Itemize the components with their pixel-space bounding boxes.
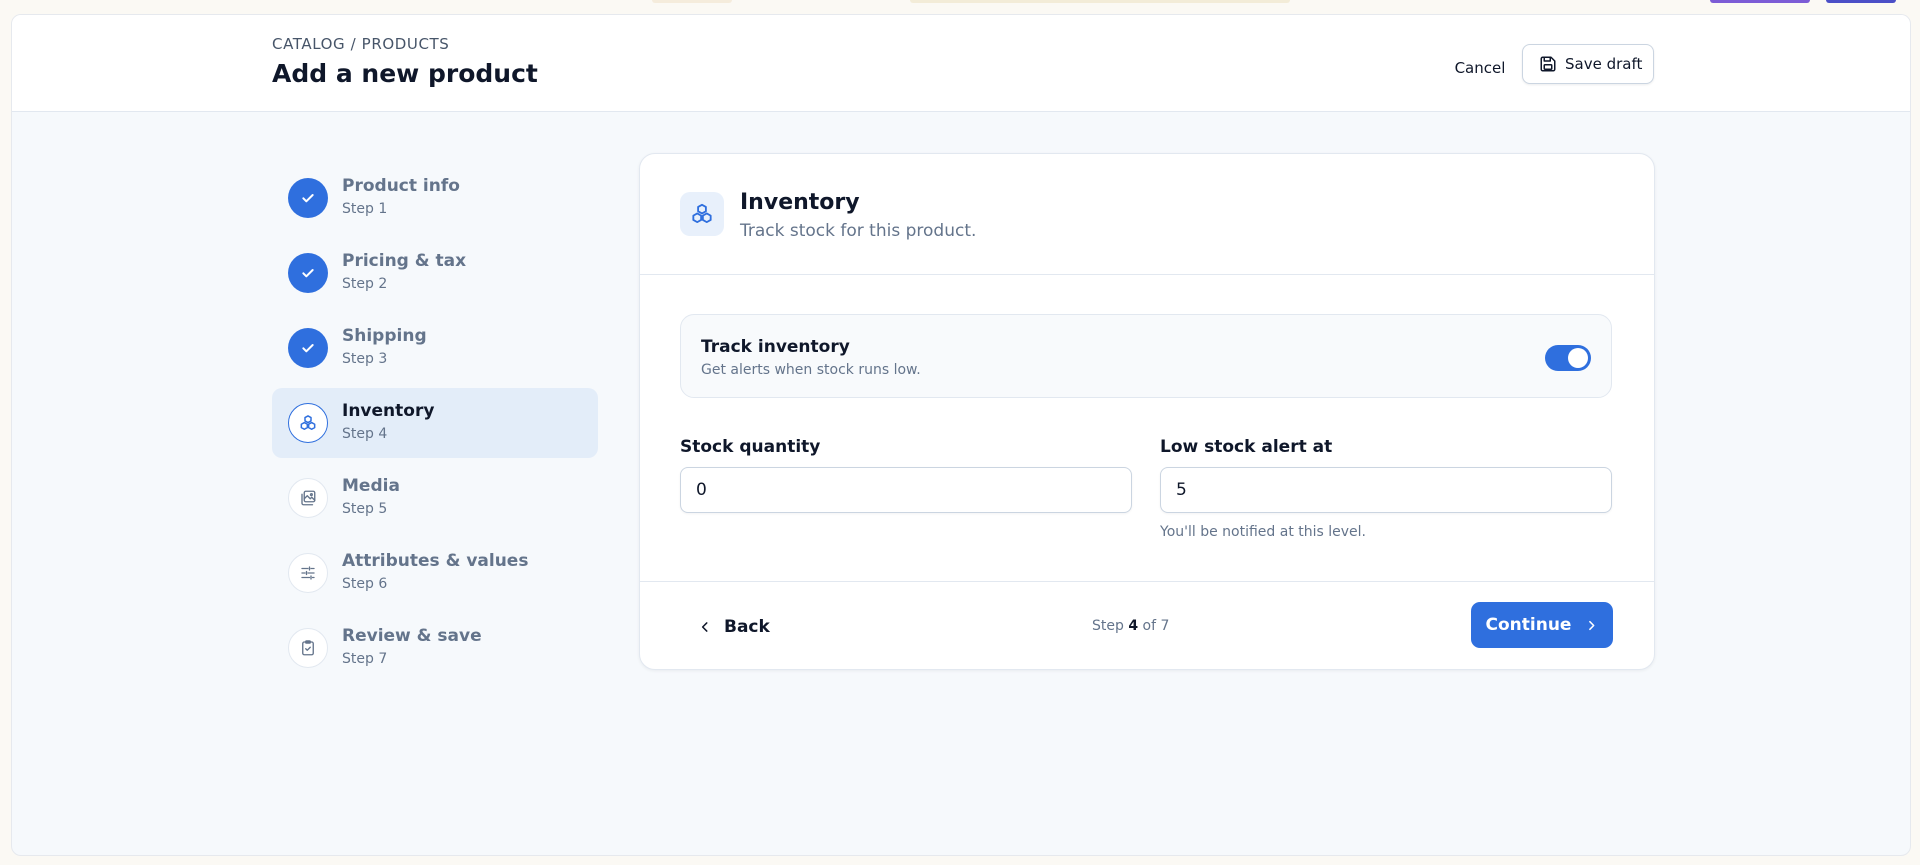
- track-inventory-title: Track inventory: [701, 337, 850, 357]
- continue-label: Continue: [1485, 615, 1572, 635]
- step-counter-suffix: of 7: [1142, 618, 1170, 634]
- low-stock-alert-label: Low stock alert at: [1160, 437, 1333, 457]
- save-icon: [1540, 56, 1556, 72]
- step-number: Step 4: [342, 426, 388, 442]
- top-strip-tab: [910, 0, 1290, 3]
- step-status-circle: [288, 328, 328, 368]
- clipboard-check-icon: [302, 640, 314, 656]
- step-status-circle: [288, 628, 328, 668]
- save-draft-button[interactable]: Save draft: [1522, 44, 1654, 84]
- app-frame: CATALOG / PRODUCTS Add a new product Can…: [11, 14, 1911, 856]
- low-stock-help-text: You'll be notified at this level.: [1160, 524, 1367, 540]
- step-pricing-tax[interactable]: Pricing & tax Step 2: [272, 238, 598, 308]
- step-label: Pricing & tax: [342, 251, 467, 271]
- check-icon: [302, 344, 314, 353]
- breadcrumb[interactable]: CATALOG / PRODUCTS: [272, 35, 449, 53]
- step-status-circle: [288, 403, 328, 443]
- step-counter: Step 4 of 7: [1092, 618, 1169, 634]
- step-number: Step 7: [342, 651, 388, 667]
- step-label: Shipping: [342, 326, 427, 346]
- step-review-save[interactable]: Review & save Step 7: [272, 613, 598, 683]
- track-inventory-toggle[interactable]: [1545, 345, 1591, 371]
- step-number: Step 3: [342, 351, 388, 367]
- step-media[interactable]: Media Step 5: [272, 463, 598, 533]
- toggle-knob: [1568, 348, 1588, 368]
- step-number: Step 2: [342, 276, 388, 292]
- card-header: Inventory Track stock for this product.: [640, 154, 1654, 275]
- check-icon: [302, 269, 314, 278]
- step-label: Review & save: [342, 626, 482, 646]
- step-status-circle: [288, 553, 328, 593]
- step-shipping[interactable]: Shipping Step 3: [272, 313, 598, 383]
- step-label: Product info: [342, 176, 460, 196]
- step-counter-current: 4: [1128, 618, 1139, 634]
- page-header: CATALOG / PRODUCTS Add a new product Can…: [12, 15, 1910, 112]
- card-icon-tile: [680, 192, 724, 236]
- low-stock-alert-input[interactable]: [1160, 467, 1612, 513]
- step-counter-prefix: Step: [1092, 618, 1124, 634]
- step-label: Media: [342, 476, 400, 496]
- save-draft-label: Save draft: [1565, 55, 1643, 73]
- top-strip-tab: [1710, 0, 1810, 3]
- step-list: Product info Step 1 Pricing & tax Step 2…: [272, 163, 598, 688]
- card-subtitle: Track stock for this product.: [740, 221, 977, 241]
- top-strip-tab: [652, 0, 732, 3]
- page-title: Add a new product: [272, 59, 538, 88]
- stock-quantity-label: Stock quantity: [680, 437, 821, 457]
- sliders-icon: [301, 566, 315, 580]
- step-attributes-values[interactable]: Attributes & values Step 6: [272, 538, 598, 608]
- back-label: Back: [724, 617, 770, 637]
- inventory-card: Inventory Track stock for this product. …: [639, 153, 1655, 670]
- card-footer: Back Step 4 of 7 Continue: [640, 581, 1654, 669]
- card-title: Inventory: [740, 190, 860, 215]
- track-inventory-subtitle: Get alerts when stock runs low.: [701, 362, 921, 378]
- top-strip-tab: [1826, 0, 1896, 3]
- chevron-left-icon: [701, 622, 708, 632]
- check-icon: [302, 194, 314, 203]
- step-label: Attributes & values: [342, 551, 529, 571]
- step-number: Step 5: [342, 501, 388, 517]
- stock-quantity-input[interactable]: [680, 467, 1132, 513]
- step-status-circle: [288, 178, 328, 218]
- track-inventory-panel: Track inventory Get alerts when stock ru…: [680, 314, 1612, 398]
- step-product-info[interactable]: Product info Step 1: [272, 163, 598, 233]
- boxes-icon: [300, 415, 316, 430]
- cancel-button[interactable]: Cancel: [1445, 53, 1515, 83]
- continue-button[interactable]: Continue: [1471, 602, 1613, 648]
- step-status-circle: [288, 478, 328, 518]
- step-inventory[interactable]: Inventory Step 4: [272, 388, 598, 458]
- step-label: Inventory: [342, 401, 435, 421]
- chevron-right-icon: [1589, 620, 1595, 630]
- top-strip: [0, 0, 1920, 12]
- step-status-circle: [288, 253, 328, 293]
- step-number: Step 6: [342, 576, 388, 592]
- back-button[interactable]: Back: [698, 612, 770, 642]
- boxes-icon: [692, 203, 712, 224]
- step-number: Step 1: [342, 201, 388, 217]
- image-icon: [301, 490, 316, 506]
